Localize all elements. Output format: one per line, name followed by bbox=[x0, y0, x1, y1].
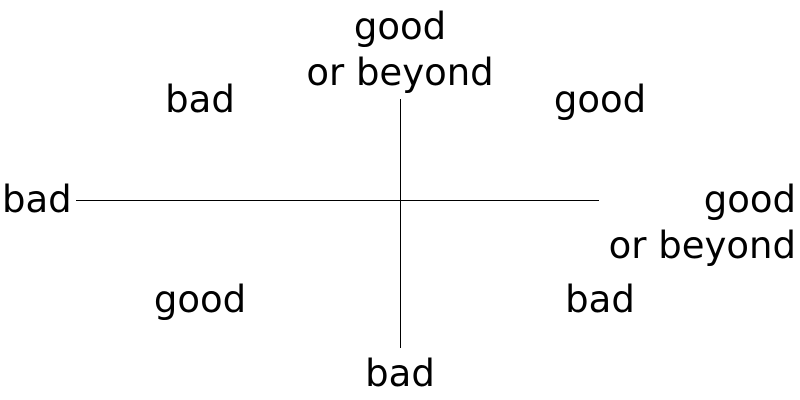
right-axis-label: good or beyond bbox=[609, 177, 796, 269]
bottom-axis-label: bad bbox=[365, 352, 435, 395]
top-axis-label-line2: or beyond bbox=[306, 51, 494, 94]
quadrant-top-left-label: bad bbox=[165, 78, 235, 121]
quadrant-diagram: good or beyond bad bad good or beyond ba… bbox=[0, 0, 800, 400]
top-axis-label-line1: good bbox=[353, 5, 447, 48]
top-axis-label: good or beyond bbox=[280, 4, 520, 96]
left-axis-label: bad bbox=[2, 178, 72, 221]
quadrant-top-right-label: good bbox=[553, 78, 647, 121]
vertical-axis-line bbox=[400, 99, 401, 348]
horizontal-axis-line bbox=[76, 200, 599, 201]
right-axis-label-line2: or beyond bbox=[608, 224, 796, 267]
right-axis-label-line1: good bbox=[703, 178, 796, 221]
quadrant-bottom-left-label: good bbox=[153, 278, 247, 321]
quadrant-bottom-right-label: bad bbox=[565, 278, 635, 321]
